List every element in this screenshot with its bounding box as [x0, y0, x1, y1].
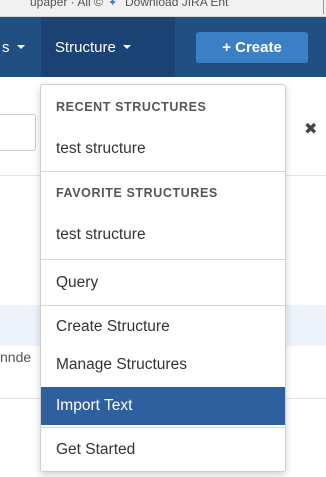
caret-down-icon: [16, 45, 25, 49]
app-header: s Structure + Create: [0, 17, 326, 77]
favorite-structures-header: FAVORITE STRUCTURES: [56, 186, 218, 200]
menu-divider: [41, 259, 285, 260]
bookmark-label: Download JIRA Ent: [125, 0, 229, 9]
bookmark-item[interactable]: ✦ Download JIRA Ent: [108, 0, 228, 9]
left-menu-label: s: [2, 38, 10, 56]
left-menu-trigger[interactable]: s: [0, 17, 25, 77]
recent-structure-item[interactable]: test structure: [41, 129, 285, 169]
structure-dropdown-menu: RECENT STRUCTURES test structure FAVORIT…: [40, 84, 286, 472]
bookmark-separator: [323, 0, 324, 14]
structure-menu-trigger[interactable]: Structure: [41, 17, 175, 77]
recent-structures-header: RECENT STRUCTURES: [56, 100, 207, 114]
import-text-item[interactable]: Import Text: [41, 387, 285, 425]
manage-structures-item[interactable]: Manage Structures: [41, 347, 285, 383]
close-icon[interactable]: ✖: [304, 120, 322, 140]
create-structure-item[interactable]: Create Structure: [41, 309, 285, 345]
create-button[interactable]: + Create: [196, 32, 308, 63]
get-started-item[interactable]: Get Started: [41, 431, 285, 469]
menu-divider: [41, 305, 285, 306]
structure-menu-label: Structure: [55, 38, 116, 56]
extension-icon: ✦: [108, 0, 118, 9]
menu-divider: [41, 171, 285, 172]
menu-divider: [41, 427, 285, 428]
bookmark-item[interactable]: upaper · All ©: [30, 0, 103, 9]
query-item[interactable]: Query: [41, 263, 285, 303]
search-box[interactable]: [0, 114, 36, 151]
favorite-structure-item[interactable]: test structure: [41, 215, 285, 255]
bookmarks-bar: upaper · All © ✦ Download JIRA Ent: [0, 0, 326, 17]
caret-down-icon: [122, 45, 131, 49]
